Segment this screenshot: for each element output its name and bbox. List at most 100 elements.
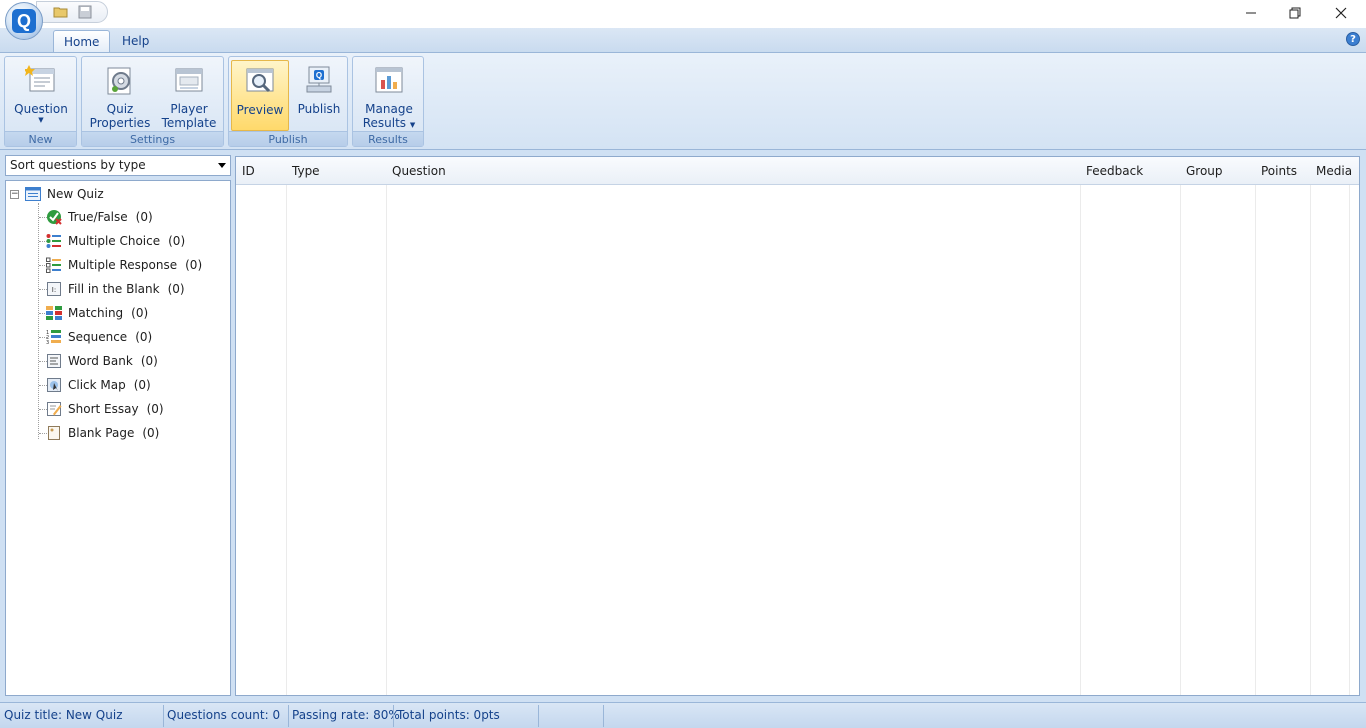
group-label-publish: Publish [229, 131, 347, 146]
player-template-icon [175, 68, 203, 92]
click-map-icon [47, 378, 61, 392]
preview-icon [246, 68, 274, 93]
tree-item-matching[interactable]: Matching (0) [46, 304, 148, 322]
quiz-properties-button[interactable]: Quiz Properties [88, 60, 152, 131]
column-header-media[interactable]: Media [1316, 157, 1352, 185]
tree-item-label: True/False [68, 210, 128, 224]
tree-root-label: New Quiz [47, 187, 104, 201]
manage-results-button[interactable]: Manage Results ▼ [357, 60, 421, 131]
word-bank-icon [47, 354, 61, 368]
quiz-icon [25, 187, 41, 201]
open-folder-icon[interactable] [53, 5, 69, 19]
quiz-properties-label-1: Quiz [106, 102, 134, 116]
question-button[interactable]: Question ▼ [9, 60, 73, 131]
tree-item-label: Word Bank [68, 354, 133, 368]
status-bar: Quiz title: New Quiz Questions count: 0 … [0, 702, 1366, 728]
status-questions-count: Questions count: 0 [167, 708, 281, 722]
tree-item-true-false[interactable]: True/False (0) [46, 208, 153, 226]
ribbon-tab-row: Home Help ? [0, 28, 1366, 52]
tree-item-label: Blank Page [68, 426, 135, 440]
status-quiz-title: Quiz title: New Quiz [4, 708, 123, 722]
tree-item-count: (0) [146, 402, 164, 416]
player-template-label-1: Player [170, 102, 208, 116]
tree-item-short-essay[interactable]: Short Essay (0) [46, 400, 164, 418]
column-divider [386, 185, 387, 695]
tab-help[interactable]: Help [112, 30, 159, 52]
tab-home[interactable]: Home [53, 30, 111, 52]
ribbon: Question ▼ New Quiz Properties Player Te… [0, 52, 1366, 150]
quiz-properties-icon [107, 67, 131, 95]
title-bar [0, 0, 1366, 28]
publish-label: Publish [297, 102, 341, 116]
application-button[interactable]: Q [5, 2, 43, 40]
restore-icon [1289, 7, 1301, 19]
question-label: Question [14, 102, 68, 116]
svg-text:I:: I: [52, 286, 56, 294]
true-false-icon [47, 210, 62, 225]
tree-item-label: Multiple Response [68, 258, 178, 272]
column-header-group[interactable]: Group [1186, 157, 1223, 185]
svg-text:Q: Q [316, 71, 322, 80]
tree-item-count: (0) [142, 426, 160, 440]
tree-item-label: Fill in the Blank [68, 282, 160, 296]
matching-icon [46, 306, 62, 320]
tree-item-multiple-response[interactable]: Multiple Response (0) [46, 256, 202, 274]
manage-results-icon [375, 67, 403, 93]
minimize-button[interactable] [1228, 0, 1274, 26]
blank-page-icon [48, 426, 60, 440]
quiz-properties-label-2: Properties [89, 116, 151, 130]
sort-selected-value: Sort questions by type [10, 158, 146, 172]
dropdown-arrow-icon: ▼ [409, 121, 416, 129]
column-divider [1180, 185, 1181, 695]
group-publish: Preview Q Publish Publish [228, 56, 348, 147]
column-header-points[interactable]: Points [1261, 157, 1297, 185]
minimize-icon [1246, 12, 1256, 14]
close-icon [1335, 7, 1347, 19]
group-label-settings: Settings [82, 131, 223, 146]
tree-item-count: (0) [135, 210, 153, 224]
sort-questions-select[interactable]: Sort questions by type [5, 155, 231, 176]
tree-item-count: (0) [167, 282, 185, 296]
publish-button[interactable]: Q Publish [292, 60, 346, 131]
tree-item-multiple-choice[interactable]: Multiple Choice (0) [46, 232, 185, 250]
quick-access-toolbar [36, 1, 108, 23]
status-separator [538, 705, 539, 727]
chevron-down-icon [218, 163, 226, 168]
group-settings: Quiz Properties Player Template Settings [81, 56, 224, 147]
publish-icon: Q [306, 66, 332, 93]
save-icon[interactable] [77, 5, 93, 19]
group-new: Question ▼ New [4, 56, 77, 147]
preview-label: Preview [236, 103, 284, 117]
manage-results-label-2: Results ▼ [357, 116, 421, 132]
tree-item-blank-page[interactable]: Blank Page (0) [46, 424, 159, 442]
column-header-feedback[interactable]: Feedback [1086, 157, 1143, 185]
tree-item-label: Matching [68, 306, 124, 320]
tree-item-word-bank[interactable]: Word Bank (0) [46, 352, 158, 370]
group-label-new: New [5, 131, 76, 146]
preview-button[interactable]: Preview [231, 60, 289, 131]
tree-item-label: Short Essay [68, 402, 139, 416]
tree-item-count: (0) [135, 330, 153, 344]
tree-root-new-quiz[interactable]: − New Quiz [10, 186, 104, 202]
column-divider [1310, 185, 1311, 695]
column-header-id[interactable]: ID [242, 157, 255, 185]
tree-item-label: Sequence [68, 330, 128, 344]
fill-in-the-blank-icon: I: [47, 282, 61, 296]
player-template-button[interactable]: Player Template [157, 60, 221, 131]
new-question-icon [23, 65, 55, 92]
restore-button[interactable] [1272, 0, 1318, 26]
tree-connector [38, 203, 39, 439]
column-header-type[interactable]: Type [292, 157, 320, 185]
tree-item-click-map[interactable]: Click Map (0) [46, 376, 151, 394]
close-button[interactable] [1318, 0, 1364, 26]
column-divider [1080, 185, 1081, 695]
help-icon[interactable]: ? [1346, 32, 1360, 46]
collapse-icon[interactable]: − [10, 189, 19, 199]
status-separator [603, 705, 604, 727]
dropdown-arrow-icon: ▼ [38, 116, 44, 124]
tree-item-fill-in-the-blank[interactable]: I: Fill in the Blank (0) [46, 280, 185, 298]
tree-item-sequence[interactable]: 123 Sequence (0) [46, 328, 152, 346]
column-header-question[interactable]: Question [392, 157, 446, 185]
multiple-response-icon [46, 257, 61, 273]
column-divider [286, 185, 287, 695]
